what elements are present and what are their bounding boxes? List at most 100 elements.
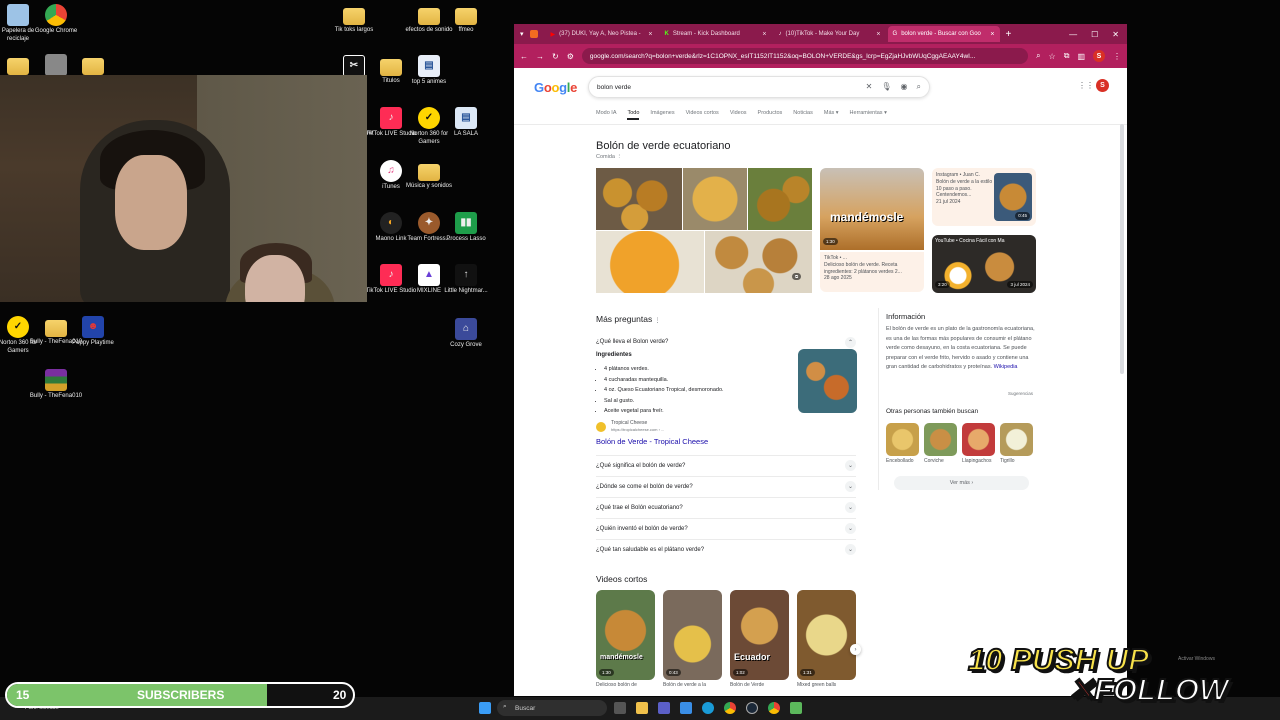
tool-productos[interactable]: Productos: [758, 110, 783, 120]
edge-icon[interactable]: [702, 702, 714, 714]
file-explorer-icon[interactable]: [636, 702, 648, 714]
bookmark-star-icon[interactable]: ☆: [1049, 52, 1056, 61]
new-tab-button[interactable]: +: [1006, 29, 1012, 40]
ingredients-image[interactable]: [798, 349, 857, 413]
teams-icon[interactable]: [658, 702, 670, 714]
close-icon[interactable]: ×: [990, 31, 994, 38]
sidebar-icon[interactable]: ▥: [1077, 52, 1085, 61]
app-icon[interactable]: [790, 702, 802, 714]
tool-modo-ia[interactable]: Modo IA: [596, 110, 616, 120]
search-icon[interactable]: ⌕: [917, 82, 921, 92]
ver-mas-button[interactable]: Ver más ›: [894, 476, 1029, 490]
related-search-thumb[interactable]: [1000, 423, 1033, 456]
extensions-icon[interactable]: ⧉: [1064, 51, 1070, 61]
tab-youtube[interactable]: ▶ (37) DUKI, Yay A, Neo Pistea - ×: [546, 26, 658, 42]
search-input[interactable]: bolon verde ✕ 🎙 ◉ ⌕: [588, 76, 930, 98]
food-image[interactable]: [748, 168, 812, 230]
google-avatar[interactable]: S: [1096, 79, 1109, 92]
short-video-caption[interactable]: Bolón de Verde: [730, 682, 764, 689]
related-search-label[interactable]: Llapingachos: [962, 458, 991, 465]
short-video-caption[interactable]: Mixed green balls: [797, 682, 836, 689]
tool-mas[interactable]: Más ▾: [824, 110, 839, 120]
desktop-poppy[interactable]: ☻ Poppy Playtime: [65, 316, 121, 348]
chrome-icon[interactable]: [768, 702, 780, 714]
close-icon[interactable]: ×: [762, 31, 766, 38]
tab-google[interactable]: Gbolon verde - Buscar con Goo ×: [887, 26, 1000, 42]
source-url[interactable]: https://tropicalcheese.com › ...: [611, 427, 664, 432]
window-close-button[interactable]: ✕: [1112, 30, 1119, 39]
clear-icon[interactable]: ✕: [866, 82, 873, 92]
short-video-card[interactable]: mandémosle 1:30: [596, 590, 655, 680]
tool-imagenes[interactable]: Imágenes: [650, 110, 674, 120]
taskbar-search-input[interactable]: ⌕ Buscar: [497, 700, 607, 716]
related-search-thumb[interactable]: [886, 423, 919, 456]
youtube-video-thumbnail[interactable]: YouTube • Cocina Fácil con Ma 3:20 3 jul…: [932, 235, 1036, 293]
feedback-link[interactable]: Sugerencias: [1008, 391, 1033, 397]
tab-kick[interactable]: K Stream - Kick Dashboard ×: [660, 26, 772, 42]
desktop-cozy-grove[interactable]: ⌂ Cozy Grove: [438, 318, 494, 350]
profile-avatar[interactable]: S: [1093, 50, 1105, 62]
desktop-folder-tiktoks[interactable]: Tik toks largos: [326, 4, 382, 35]
close-icon[interactable]: ×: [876, 31, 880, 38]
photos-icon[interactable]: [680, 702, 692, 714]
paa-question[interactable]: ¿Qué tan saludable es el plátano verde? ⌄: [596, 539, 856, 559]
instagram-card[interactable]: Instagram • Juan C. Bolón de verde a la …: [932, 168, 1036, 226]
related-search-thumb[interactable]: [924, 423, 957, 456]
desktop-top5animes[interactable]: ▤ top 5 animes: [401, 55, 457, 87]
google-logo[interactable]: Google: [534, 80, 577, 95]
start-icon[interactable]: [479, 702, 491, 714]
tab-search-icon[interactable]: ▾: [520, 30, 524, 38]
close-icon[interactable]: ×: [648, 31, 652, 38]
site-info-icon[interactable]: ⚙: [567, 52, 574, 61]
lens-icon[interactable]: ◉: [901, 82, 908, 92]
tab-tiktok[interactable]: ♪ (10)TikTok - Make Your Day ×: [774, 26, 886, 42]
short-videos-next-icon[interactable]: ›: [850, 644, 861, 655]
tool-todo[interactable]: Todo: [627, 110, 640, 120]
desktop-winrar-bully[interactable]: Bully - TheFena010: [28, 369, 84, 401]
wikipedia-link[interactable]: Wikipedia: [994, 364, 1018, 370]
steam-icon[interactable]: [746, 702, 758, 714]
paa-question[interactable]: ¿Quién inventó el bolón de verde? ⌄: [596, 518, 856, 538]
task-view-icon[interactable]: [614, 702, 626, 714]
related-search-thumb[interactable]: [962, 423, 995, 456]
zoom-icon[interactable]: ⌕: [1036, 51, 1040, 61]
desktop-process-lasso[interactable]: ▮▮ Process Lasso: [438, 212, 494, 244]
tool-noticias[interactable]: Noticias: [793, 110, 813, 120]
forward-icon[interactable]: →: [536, 52, 544, 61]
paa-question[interactable]: ¿Qué significa el bolón de verde? ⌄: [596, 455, 856, 475]
short-video-card[interactable]: 0:43: [663, 590, 722, 680]
related-search-label[interactable]: Tigrillo: [1000, 458, 1015, 465]
minimize-button[interactable]: —: [1069, 30, 1077, 39]
menu-icon[interactable]: ⋮: [1113, 52, 1121, 61]
chrome-icon[interactable]: [724, 702, 736, 714]
food-image[interactable]: [596, 231, 704, 293]
tool-herramientas[interactable]: Herramientas ▾: [850, 110, 887, 120]
short-video-caption[interactable]: Bolón de verde a la: [663, 682, 706, 689]
related-search-label[interactable]: Encebollado: [886, 458, 914, 465]
short-video-caption[interactable]: Delicioso bolón de: [596, 682, 637, 689]
food-image[interactable]: [705, 231, 812, 293]
mic-icon[interactable]: 🎙: [881, 82, 891, 92]
back-icon[interactable]: ←: [520, 52, 528, 61]
related-search-label[interactable]: Corviche: [924, 458, 944, 465]
url-field[interactable]: google.com/search?q=bolon+verde&rlz=1C1O…: [581, 48, 1029, 64]
tool-videos[interactable]: Videos: [730, 110, 747, 120]
desktop-folder[interactable]: [65, 54, 121, 77]
food-image[interactable]: [683, 168, 747, 230]
expand-images-icon[interactable]: ⧉: [792, 273, 802, 280]
desktop-folder-musica[interactable]: Música y sonidos: [401, 160, 457, 191]
tiktok-video-thumbnail[interactable]: mandémosle 1:30: [820, 168, 924, 250]
desktop-little-nightmares[interactable]: ↑ Little Nightmar...: [438, 264, 494, 296]
paa-question[interactable]: ¿Qué trae el Bolón ecuatoriano? ⌄: [596, 497, 856, 517]
short-video-card[interactable]: 1:31: [797, 590, 856, 680]
source-name[interactable]: Tropical Cheese: [611, 420, 647, 427]
reload-icon[interactable]: ↻: [552, 52, 559, 61]
tool-videos-cortos[interactable]: Videos cortos: [686, 110, 719, 120]
desktop-folder-ffmeo[interactable]: ffmeo: [438, 4, 494, 35]
scrollbar[interactable]: [1120, 124, 1124, 374]
desktop-icon-chrome[interactable]: Google Chrome: [28, 4, 84, 36]
short-video-card[interactable]: Ecuador 1:02: [730, 590, 789, 680]
paa-question[interactable]: ¿Dónde se come el bolón de verde? ⌄: [596, 476, 856, 496]
source-link[interactable]: Bolón de Verde - Tropical Cheese: [596, 437, 708, 446]
apps-grid-icon[interactable]: ⋮⋮: [1078, 81, 1094, 90]
